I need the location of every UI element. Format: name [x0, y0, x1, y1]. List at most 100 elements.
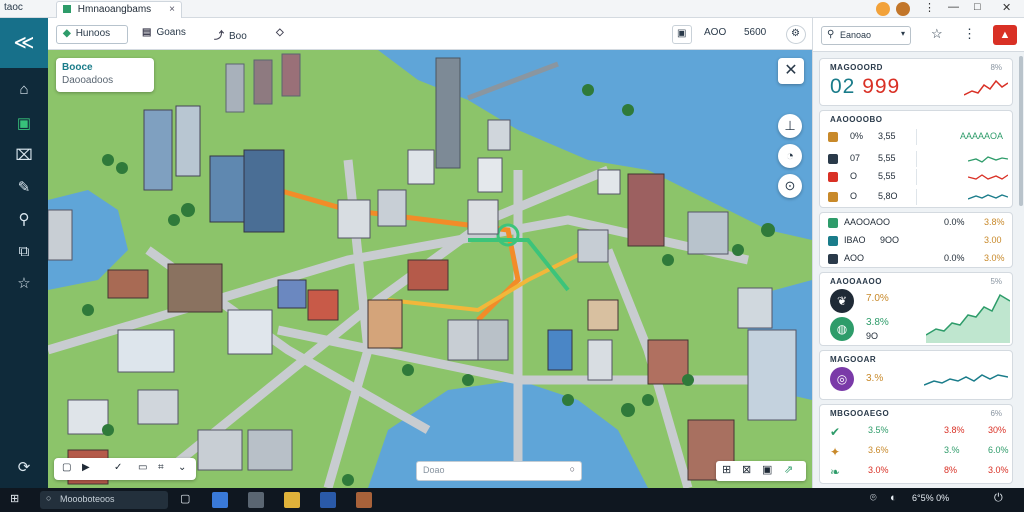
comparison-row: ❧ 3.0% 8% 3.0% — [820, 463, 1014, 479]
map-search-placeholder: Doao — [423, 465, 445, 475]
maximize-button[interactable]: □ — [974, 1, 981, 13]
metric-row-value: 5,55 — [878, 153, 896, 163]
summary-row: IBAO 9OO 3.00 — [820, 233, 1014, 249]
app-logo-icon[interactable]: ≪ — [0, 18, 48, 68]
metric-divider — [916, 129, 917, 145]
select-icon[interactable]: ▢ — [62, 462, 71, 473]
diamond-icon: ◆ — [63, 28, 71, 39]
search-icon: ○ — [46, 493, 52, 503]
metric-icon — [828, 132, 838, 142]
rectangle-icon[interactable]: ▭ — [138, 462, 147, 473]
more-icon[interactable]: ⋮ — [963, 26, 976, 42]
summary-value: 0.0% — [944, 217, 965, 227]
measure-icon[interactable]: ⊥ — [778, 114, 802, 138]
comparison-value: 30% — [988, 425, 1007, 435]
app-icon[interactable] — [212, 492, 228, 508]
pin-icon[interactable]: ⚲ — [12, 210, 36, 230]
comparison-value: 3.0% — [988, 465, 1009, 475]
building-icon[interactable]: ⌧ — [12, 146, 36, 166]
app-icon[interactable] — [320, 492, 336, 508]
star-icon[interactable]: ☆ — [12, 274, 36, 294]
app-icon[interactable] — [248, 492, 264, 508]
comparison-value: 3.0% — [868, 465, 889, 475]
metrics-list-card[interactable]: AAOOOOBO 0% 3,55 AAAAAOA 07 5,55 O 5,55 — [819, 110, 1013, 208]
map-canvas[interactable] — [48, 50, 812, 488]
menu-icon[interactable]: ⋮ — [924, 1, 935, 14]
compass-icon[interactable]: ◔ — [778, 144, 802, 168]
grid-view-button[interactable]: ▣ — [672, 25, 692, 44]
route-button[interactable]: ⤴ Boo — [208, 25, 253, 44]
layers-label: Goans — [156, 27, 186, 38]
metric-row: 0% 3,55 AAAAAOA — [820, 129, 1014, 145]
tab-close-icon[interactable]: × — [169, 4, 175, 15]
draw-icon[interactable]: ✓ — [114, 462, 122, 473]
tag-icon[interactable]: ⌗ — [158, 462, 164, 473]
location-info-card[interactable]: Booce Daooadoos — [56, 58, 154, 92]
stat-card-pct: 8% — [990, 63, 1002, 72]
growth-area-chart — [926, 293, 1010, 343]
growth-card-title: AAOOAAOO — [830, 277, 882, 286]
layers-icon[interactable]: ⧉ — [12, 242, 36, 262]
locate-icon[interactable]: ⊙ — [778, 174, 802, 198]
summary-value: 3.00 — [984, 235, 1002, 245]
map-icon[interactable]: ▣ — [12, 114, 36, 134]
app-icon[interactable] — [284, 492, 300, 508]
start-icon[interactable]: ⊞ — [10, 492, 19, 505]
grid-icon[interactable]: ⊞ — [722, 463, 731, 476]
navigate-button[interactable]: ◇ — [270, 25, 295, 44]
chat-icon[interactable]: ◐ — [890, 492, 897, 504]
favorite-icon[interactable]: ☆ — [931, 26, 943, 42]
sparkle-icon: ✦ — [830, 445, 841, 459]
summary-table-card[interactable]: AAOOAOO 0.0% 3.8% IBAO 9OO 3.00 AOO 0.0%… — [819, 212, 1013, 268]
browser-tab[interactable]: Hmnaoangbams × — [56, 1, 182, 18]
minimize-button[interactable]: — — [948, 1, 959, 13]
title-bar: taoc Hmnaoangbams × ⋮ — □ ✕ — [0, 0, 1024, 18]
screen-icon[interactable]: ▣ — [762, 463, 772, 476]
headline-stat-card[interactable]: MAGOOORD 8% 02 999 — [819, 58, 1013, 106]
globe-icon: ◍ — [830, 317, 854, 341]
chevron-down-icon[interactable]: ⌄ — [178, 462, 186, 473]
video-icon[interactable]: ▶ — [82, 462, 90, 473]
metric-row-value: O — [850, 191, 858, 201]
edit-icon[interactable]: ✎ — [12, 178, 36, 198]
layers-button[interactable]: ▤ Goans — [136, 25, 192, 44]
trend-card-title: MAGOOAR — [830, 355, 877, 364]
taskbar-search[interactable]: ○ Moooboteoos — [40, 491, 168, 509]
refresh-icon[interactable]: ⟳ — [12, 458, 36, 478]
close-window-button[interactable]: ✕ — [1002, 1, 1011, 14]
task-view-icon[interactable]: ▢ — [180, 492, 190, 505]
growth-card-pct: 5% — [990, 277, 1002, 286]
summary-label: IBAO — [844, 235, 866, 245]
network-icon[interactable]: ⌾ — [870, 492, 877, 505]
extension-icon[interactable] — [896, 2, 910, 16]
comparison-card[interactable]: MBGOOAEGO 6% ✔ 3.5% 3.8% 30% ✦ 3.6% 3.% … — [819, 404, 1013, 484]
alert-button[interactable]: ▲ — [993, 25, 1017, 45]
target-icon: ◎ — [830, 367, 854, 391]
main-mode-button[interactable]: ◆ Hunoos — [56, 25, 128, 44]
notification-icon[interactable]: ⏻ — [994, 492, 1003, 505]
settings-icon[interactable]: ⚙ — [786, 25, 806, 44]
window-app-label: taoc — [4, 2, 23, 13]
growth-chart-card[interactable]: AAOOAAOO 5% ❦ ◍ 7.0% 3.8% 9O — [819, 272, 1013, 346]
home-icon[interactable]: ⌂ — [12, 80, 36, 100]
city-map-view[interactable]: Booce Daooadoos ✕ ⊥ ◔ ⊙ ▢ ▶ ✓ ▭ ⌗ ⌄ Doao… — [48, 50, 812, 488]
growth-value-1: 7.0% — [866, 293, 889, 304]
trend-card[interactable]: MAGOOAR ◎ 3.% — [819, 350, 1013, 400]
navigate-icon: ◇ — [276, 27, 284, 38]
panel-scrollbar[interactable] — [1019, 56, 1023, 206]
growth-value-2: 3.8% — [866, 317, 889, 328]
map-search-input[interactable]: Doao ○ — [416, 461, 582, 481]
metric-row: O 5,55 — [820, 169, 1014, 185]
share-icon[interactable]: ⇗ — [784, 463, 793, 476]
close-icon[interactable]: ⊠ — [742, 463, 751, 476]
metric-row-value: 5,55 — [878, 171, 896, 181]
close-map-overlay-button[interactable]: ✕ — [778, 58, 804, 84]
summary-label: AOO — [844, 253, 865, 263]
panel-search-dropdown[interactable]: ⚲ Eanoao ▾ — [821, 26, 911, 45]
taskbar-search-text: Moooboteoos — [60, 494, 115, 504]
extension-icon[interactable] — [876, 2, 890, 16]
metric-row-value: 5,8O — [878, 191, 898, 201]
metric-sparkline — [968, 194, 1008, 200]
summary-icon — [828, 218, 838, 228]
app-icon[interactable] — [356, 492, 372, 508]
